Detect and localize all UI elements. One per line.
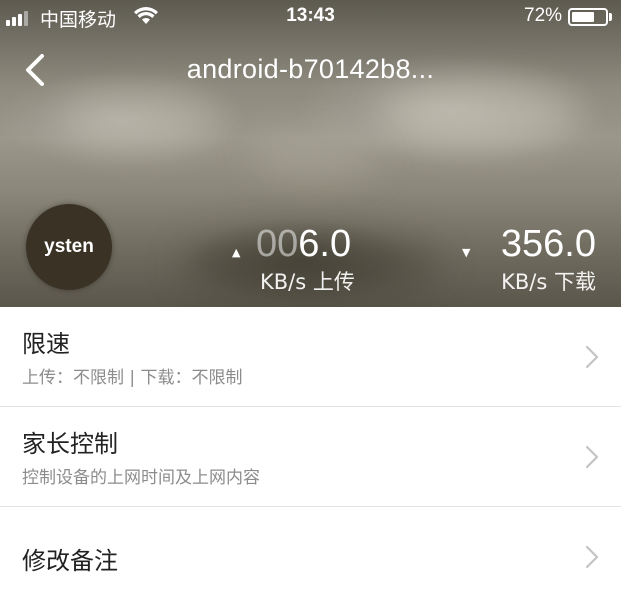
download-unit-text: KB/s	[501, 270, 548, 294]
settings-list: 限速 上传：不限制 | 下载：不限制 家长控制 控制设备的上网时间及上网内容 修…	[0, 307, 621, 590]
battery-level-fill	[572, 12, 594, 22]
edit-note-item[interactable]: 修改备注	[0, 507, 621, 590]
download-speed-unit: KB/s 下载	[501, 266, 596, 296]
upload-unit-text: KB/s	[260, 270, 307, 294]
page-title: android-b70142b8...	[186, 54, 435, 84]
chevron-right-icon	[585, 545, 599, 569]
upload-speed-number: 6.0	[298, 223, 352, 265]
speed-limit-title: 限速	[22, 330, 70, 358]
battery-icon	[568, 8, 608, 26]
parental-control-title: 家长控制	[22, 430, 118, 458]
upload-speed-padding: 00	[256, 223, 299, 265]
battery-percentage: 72%	[524, 5, 563, 26]
upload-speed-value: 006.0	[256, 222, 351, 266]
battery-cap	[609, 13, 612, 21]
chevron-right-icon	[585, 345, 599, 369]
download-label: 下载	[554, 270, 596, 294]
speed-limit-subtitle: 上传：不限制 | 下载：不限制	[22, 368, 243, 388]
upload-label: 上传	[312, 270, 355, 294]
parental-control-subtitle: 控制设备的上网时间及上网内容	[22, 468, 260, 488]
download-speed-value: 356.0	[500, 223, 596, 265]
speed-limit-item[interactable]: 限速 上传：不限制 | 下载：不限制	[0, 307, 621, 407]
status-bar: 中国移动 13:43 72%	[0, 0, 621, 34]
parental-control-item[interactable]: 家长控制 控制设备的上网时间及上网内容	[0, 407, 621, 507]
chevron-right-icon	[585, 445, 599, 469]
download-arrow-icon: ▼	[462, 246, 471, 259]
upload-arrow-icon: ▲	[232, 246, 241, 259]
upload-speed-unit: KB/s 上传	[260, 266, 355, 296]
avatar-text: ysten	[44, 236, 94, 257]
device-detail-screen: 中国移动 13:43 72% android-b70142b8... ysten…	[0, 0, 621, 590]
edit-note-title: 修改备注	[22, 547, 118, 575]
device-avatar: ysten	[26, 204, 112, 290]
